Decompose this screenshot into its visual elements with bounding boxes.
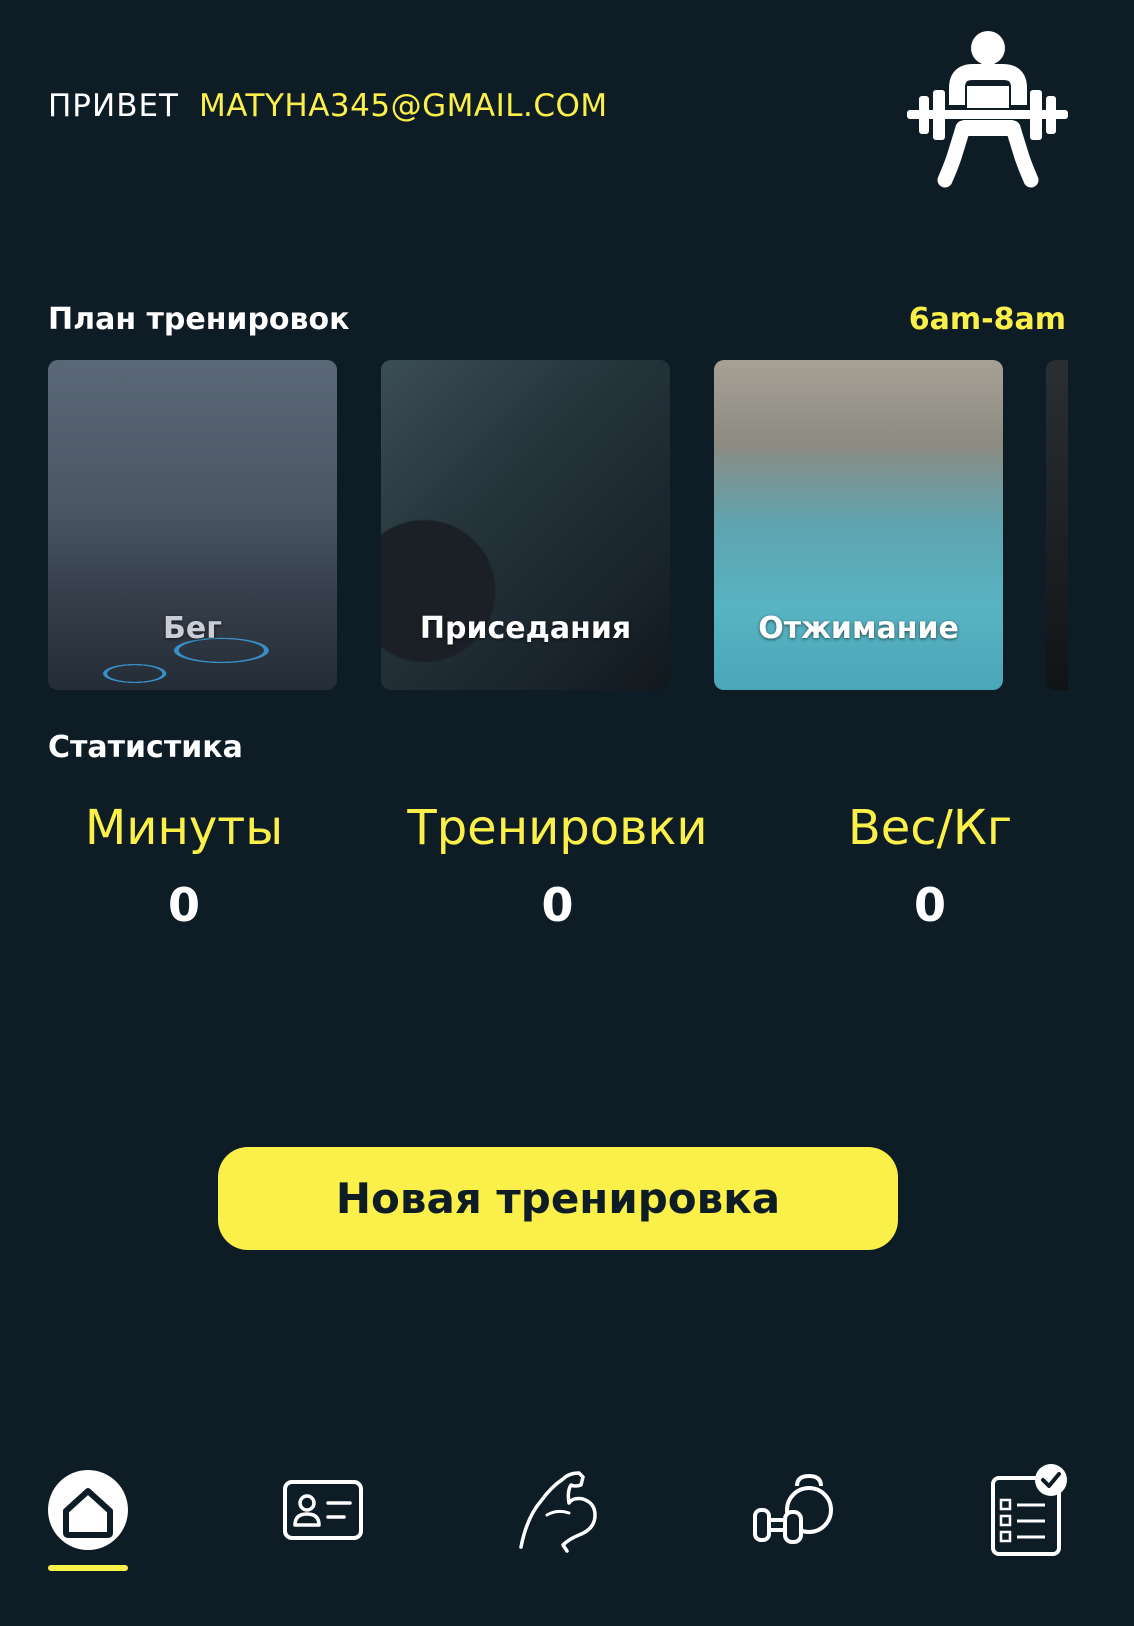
stat-label: Минуты (84, 800, 284, 856)
greeting-text: ПРИВЕТ (48, 88, 179, 124)
nav-home[interactable] (43, 1460, 133, 1560)
workout-card-label: Приседания (419, 611, 632, 646)
home-icon (48, 1470, 128, 1550)
muscle-arm-icon (519, 1471, 597, 1553)
workout-card-running[interactable]: Бег (48, 360, 337, 690)
checklist-icon (991, 1464, 1067, 1556)
workout-card-partial[interactable] (1046, 360, 1068, 690)
user-email: MATYHA345@GMAIL.COM (198, 88, 608, 124)
stat-label: Вес/Кг (847, 800, 1013, 856)
new-workout-button[interactable]: Новая тренировка (218, 1147, 898, 1250)
partial-card-image (1046, 360, 1068, 690)
stat-workouts: Тренировки 0 (405, 800, 710, 932)
stat-value: 0 (167, 878, 200, 932)
weightlifter-icon (907, 31, 1068, 188)
workout-card-label: Отжимание (758, 611, 959, 646)
header: ПРИВЕТ MATYHA345@GMAIL.COM (48, 88, 608, 124)
stat-minutes: Минуты 0 (74, 800, 294, 932)
kettlebell-dumbbell-icon (753, 1473, 833, 1544)
nav-equipment[interactable] (748, 1460, 838, 1560)
bottom-navigation (0, 1460, 1134, 1610)
statistics-title: Статистика (48, 730, 243, 765)
nav-tasks[interactable] (983, 1460, 1073, 1560)
workout-plan-title: План тренировок (48, 302, 350, 337)
stat-value: 0 (541, 878, 574, 932)
nav-exercises[interactable] (513, 1460, 603, 1560)
nav-profile[interactable] (278, 1460, 368, 1560)
plan-time: 6am-8am (908, 302, 1066, 337)
workout-card-squats[interactable]: Приседания (381, 360, 670, 690)
stat-value: 0 (913, 878, 946, 932)
active-tab-indicator (48, 1565, 128, 1571)
workout-cards: Бег Приседания Отжимание (48, 360, 1068, 690)
stat-weight: Вес/Кг 0 (820, 800, 1040, 932)
workout-card-pushups[interactable]: Отжимание (714, 360, 1003, 690)
profile-card-icon (283, 1480, 363, 1540)
stat-label: Тренировки (407, 800, 708, 856)
workout-card-label: Бег (163, 611, 222, 646)
